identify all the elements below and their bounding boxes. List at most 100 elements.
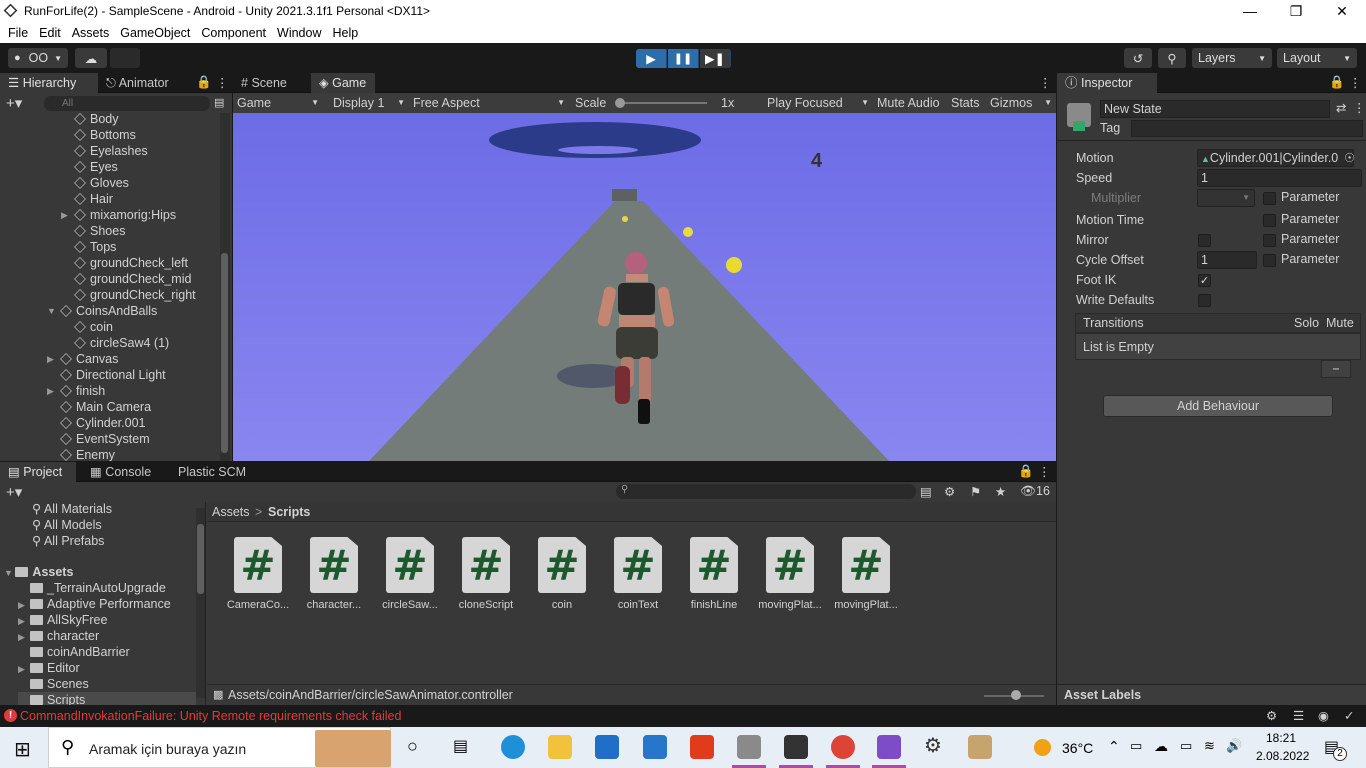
script-asset[interactable]: # finishLine [676,537,752,611]
paint-icon[interactable] [968,735,992,759]
icon-size-slider-thumb[interactable] [1011,690,1021,700]
device-icon[interactable]: ▭ [1130,738,1142,754]
close-button[interactable]: ✕ [1319,0,1365,22]
cycle-offset-field[interactable]: 1 [1197,251,1257,269]
history-button[interactable]: ↺ [1124,48,1152,68]
hierarchy-item[interactable]: Gloves [74,175,129,191]
cycle-offset-parameter-checkbox[interactable] [1263,254,1276,267]
script-asset[interactable]: # cloneScript [448,537,524,611]
hierarchy-item[interactable]: Tops [74,239,116,255]
multiplier-dropdown[interactable]: ▼ [1197,189,1255,207]
more-icon[interactable]: ⋮ [1349,75,1362,90]
tab-console[interactable]: ▦ Console [82,462,162,482]
menu-file[interactable]: File [8,26,28,40]
search-filter-icon[interactable]: ▤ [214,96,224,109]
state-name-field[interactable]: New State [1100,100,1330,118]
chevron-right-icon[interactable]: ▶ [18,613,30,629]
add-behaviour-button[interactable]: Add Behaviour [1103,395,1333,417]
speed-field[interactable]: 1 [1197,169,1362,187]
windows-start-icon[interactable]: ⊞ [14,737,31,762]
unity-editor-icon[interactable] [784,735,808,759]
chrome-icon[interactable] [831,735,855,759]
chevron-right-icon[interactable]: ▶ [18,661,30,677]
more-icon[interactable]: ⋮ [216,75,229,90]
tab-scene[interactable]: # Scene [233,73,307,93]
tab-inspector[interactable]: ⓘ Inspector [1057,73,1157,93]
write-defaults-checkbox[interactable] [1198,294,1211,307]
chevron-down-icon[interactable]: ▼ [47,303,56,319]
assets-root-folder[interactable]: ▼ Assets [4,564,73,580]
hierarchy-item[interactable]: Body [74,111,119,127]
tag-field[interactable] [1131,120,1363,137]
lock-icon[interactable]: 🔒 [1329,75,1345,90]
favorite-item[interactable]: ⚲ All Materials [32,502,112,517]
scale-slider[interactable] [617,102,707,104]
error-message[interactable]: CommandInvokationFailure: Unity Remote r… [20,709,401,723]
favorite-item[interactable]: ⚲ All Models [32,517,102,533]
preset-icon[interactable]: ⇄ [1336,100,1346,115]
asset-labels-header[interactable]: Asset Labels [1057,684,1366,705]
object-picker-icon[interactable]: ☉ [1344,150,1355,165]
folder-item[interactable]: _TerrainAutoUpgrade [18,580,166,596]
minimize-button[interactable]: — [1227,0,1273,22]
chevron-up-icon[interactable]: ⌃ [1108,738,1120,755]
hierarchy-item[interactable]: Main Camera [60,399,151,415]
chevron-right-icon[interactable]: ▶ [18,597,30,613]
folder-item[interactable]: ▶ Adaptive Performance [18,596,171,612]
hierarchy-item[interactable]: Enemy [60,447,115,461]
tab-hierarchy[interactable]: ☰ Hierarchy [0,73,98,93]
folder-item[interactable]: ▶ AllSkyFree [18,612,107,628]
script-asset[interactable]: # circleSaw... [372,537,448,611]
folder-item[interactable]: coinAndBarrier [18,644,130,660]
collab-button[interactable] [110,48,140,68]
account-dropdown[interactable]: ● OO ▼ [8,48,68,68]
progress-icon[interactable]: ◉ [1318,708,1329,723]
layers-dropdown[interactable]: Layers ▼ [1192,48,1272,68]
foot-ik-checkbox[interactable]: ✓ [1198,274,1211,287]
chevron-right-icon[interactable]: ▶ [61,207,68,223]
mirror-checkbox[interactable] [1198,234,1211,247]
weather-icon[interactable] [1034,739,1051,756]
tab-game[interactable]: ◈ Game [311,73,375,93]
game-viewport[interactable]: 4 [233,113,1056,461]
hierarchy-item[interactable]: coin [74,319,113,335]
file-explorer-icon[interactable] [548,735,572,759]
favorite-item[interactable]: ⚲ All Prefabs [32,533,104,549]
mail-icon[interactable] [643,735,667,759]
battery-icon[interactable]: ▭ [1180,738,1192,754]
settings-icon[interactable]: ⋮ [1353,100,1366,115]
menu-assets[interactable]: Assets [72,26,110,40]
layout-dropdown[interactable]: Layout ▼ [1277,48,1357,68]
chevron-right-icon[interactable]: ▶ [18,629,30,645]
scrollbar-thumb[interactable] [197,524,204,594]
menu-gameobject[interactable]: GameObject [120,26,190,40]
menu-component[interactable]: Component [201,26,266,40]
temperature[interactable]: 36°C [1062,740,1093,756]
cloud-button[interactable]: ☁ [75,48,107,68]
tab-animator[interactable]: ⎋ Animator [98,73,186,93]
hierarchy-item[interactable]: Eyelashes [74,143,148,159]
add-icon[interactable]: +▾ [6,483,22,501]
maximize-button[interactable]: ❐ [1273,0,1319,22]
hierarchy-item[interactable]: groundCheck_mid [74,271,191,287]
network-status-icon[interactable]: ⚙ [1266,708,1277,723]
chevron-right-icon[interactable]: ▶ [47,351,54,367]
mute-audio-toggle[interactable]: Mute Audio [873,93,944,113]
hierarchy-item[interactable]: groundCheck_left [74,255,188,271]
hierarchy-item[interactable]: Shoes [74,223,125,239]
cloud-icon[interactable]: ☁ [1154,738,1168,755]
tree-scrollbar[interactable] [196,508,205,698]
check-icon[interactable]: ✓ [1344,708,1354,723]
hierarchy-item[interactable]: Hair [74,191,113,207]
hierarchy-item[interactable]: ▶ finish [47,383,105,399]
cache-icon[interactable]: ☰ [1293,708,1304,723]
clock-time[interactable]: 18:21 [1266,731,1296,745]
cortana-icon[interactable]: ○ [407,736,418,757]
hierarchy-item[interactable]: Eyes [74,159,118,175]
volume-icon[interactable]: 🔊 [1226,738,1242,754]
script-asset[interactable]: # movingPlat... [828,537,904,611]
folder-item[interactable]: ▶ character [18,628,99,644]
hierarchy-search-input[interactable]: All [44,96,210,111]
scale-slider-thumb[interactable] [615,98,625,108]
hierarchy-item[interactable]: circleSaw4 (1) [74,335,169,351]
